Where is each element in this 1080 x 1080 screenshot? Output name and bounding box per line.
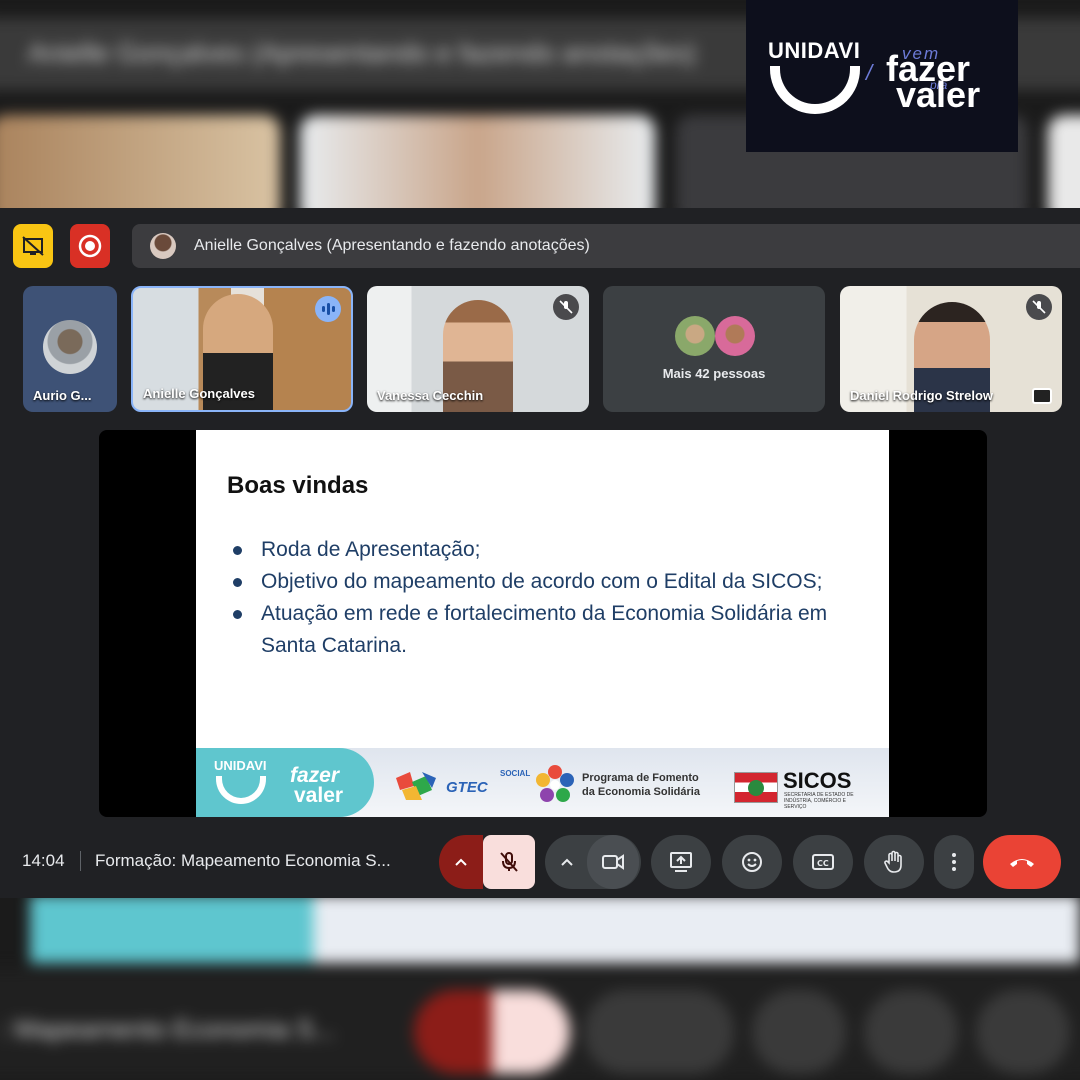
santa-catarina-flag-icon [734, 772, 778, 803]
blurred-captions-button [976, 990, 1070, 1074]
clock: 14:04 [22, 851, 65, 870]
participant-tile[interactable]: Vanessa Cecchin [367, 286, 589, 412]
footer-unidavi-text: UNIDAVI [214, 758, 267, 773]
pip-icon[interactable] [1032, 388, 1052, 404]
camera-toggle-button[interactable] [587, 835, 639, 889]
slide-bullet: Atuação em rede e fortalecimento da Econ… [228, 598, 868, 662]
economia-solidaria-flower-icon [536, 765, 574, 802]
presentation-area: Boas vindas Roda de Apresentação; Objeti… [99, 430, 987, 817]
footer-valer-text: valer [294, 784, 344, 807]
more-people-label: Mais 42 pessoas [662, 366, 766, 381]
more-vert-icon [952, 853, 956, 871]
participant-tile[interactable]: Anielle Gonçalves [131, 286, 353, 412]
mic-toggle-button[interactable] [483, 835, 535, 889]
participant-name: Anielle Gonçalves [143, 386, 255, 401]
leave-call-button[interactable] [983, 835, 1061, 889]
chevron-up-icon [455, 858, 467, 866]
participant-name: Vanessa Cecchin [377, 388, 484, 403]
captions-button[interactable]: CC [793, 835, 853, 889]
camera-icon [602, 854, 624, 870]
blurred-title: Anielle Gonçalves (Apresentando e fazend… [28, 38, 696, 68]
slide-bullets: Roda de Apresentação; Objetivo do mapeam… [228, 534, 868, 662]
participant-name: Daniel Rodrigo Strelow [850, 388, 994, 403]
logo-valer-text: valer [896, 74, 981, 115]
footer-gtec-text: GTEC [446, 779, 488, 796]
screen-off-icon [22, 236, 44, 256]
blurred-mic-button [414, 990, 570, 1074]
svg-text:CC: CC [817, 859, 829, 868]
present-screen-button[interactable] [651, 835, 711, 889]
mic-options-button[interactable] [439, 835, 483, 889]
footer-programa-line2: da Economia Solidária [582, 786, 700, 798]
slide-title: Boas vindas [227, 472, 369, 499]
participant-strip: Aurio G... Anielle Gonçalves Vanessa Cec… [0, 286, 1080, 412]
recording-button[interactable] [70, 224, 110, 268]
meet-window: Anielle Gonçalves (Apresentando e fazend… [0, 208, 1080, 898]
more-options-button[interactable] [934, 835, 974, 889]
hang-up-icon [1010, 859, 1034, 867]
screenshot-canvas: Anielle Gonçalves (Apresentando e fazend… [0, 0, 1080, 1080]
logo-brand-text: UNIDAVI [768, 38, 861, 63]
presentation-header: Anielle Gonçalves (Apresentando e fazend… [0, 224, 1080, 268]
participant-tile[interactable]: Mais 42 pessoas [603, 286, 825, 412]
raise-hand-button[interactable] [864, 835, 924, 889]
closed-captions-icon: CC [812, 854, 834, 870]
mic-off-icon [553, 294, 579, 320]
footer-sicos-subtitle: SECRETARIA DE ESTADO DE INDÚSTRIA, COMÉR… [784, 792, 854, 810]
logo-slash: / [866, 60, 873, 85]
chevron-up-icon [561, 858, 573, 866]
camera-control [545, 835, 641, 889]
presenter-label: Anielle Gonçalves (Apresentando e fazend… [194, 237, 590, 254]
mic-off-icon [500, 852, 518, 872]
slide: Boas vindas Roda de Apresentação; Objeti… [196, 430, 889, 817]
participant-name: Aurio G... [33, 388, 92, 403]
footer-sicos-text: SICOS [783, 768, 852, 793]
footer-social-text: SOCIAL [500, 769, 531, 778]
control-bar: 14:04 Formação: Mapeamento Economia S... [0, 832, 1080, 892]
blurred-camera-button [584, 990, 734, 1074]
blurred-slide-footer [30, 895, 1080, 963]
blurred-emoji-button [864, 990, 958, 1074]
camera-options-button[interactable] [547, 835, 587, 889]
present-screen-icon [670, 852, 692, 872]
record-icon [78, 234, 102, 258]
avatar [715, 316, 755, 356]
activities-button[interactable] [13, 224, 53, 268]
avatar [43, 320, 97, 374]
mic-off-icon [1026, 294, 1052, 320]
presenter-avatar [150, 233, 176, 259]
slide-bullet: Roda de Apresentação; [228, 534, 868, 566]
blurred-meeting-title: : Mapeamento Economia S... [0, 1014, 336, 1044]
slide-footer-logos: UNIDAVI fazer valer SOCIAL GTEC Programa… [196, 748, 889, 817]
hand-icon [884, 850, 902, 873]
meeting-title[interactable]: Formação: Mapeamento Economia S... [95, 851, 391, 871]
emoji-reaction-button[interactable] [722, 835, 782, 889]
footer-programa-line1: Programa de Fomento [582, 772, 699, 784]
avatar [675, 316, 715, 356]
speaking-icon [315, 296, 341, 322]
slide-bullet: Objetivo do mapeamento de acordo com o E… [228, 566, 868, 598]
mic-control [439, 835, 535, 889]
presenter-bar[interactable]: Anielle Gonçalves (Apresentando e fazend… [132, 224, 1080, 268]
participant-tile[interactable]: Aurio G... [23, 286, 117, 412]
footer-programa-text: Programa de Fomento da Economia Solidári… [582, 771, 700, 799]
participant-tile[interactable]: Daniel Rodrigo Strelow [840, 286, 1062, 412]
emoji-icon [742, 852, 762, 872]
divider [80, 851, 81, 871]
blurred-present-button [752, 990, 846, 1074]
